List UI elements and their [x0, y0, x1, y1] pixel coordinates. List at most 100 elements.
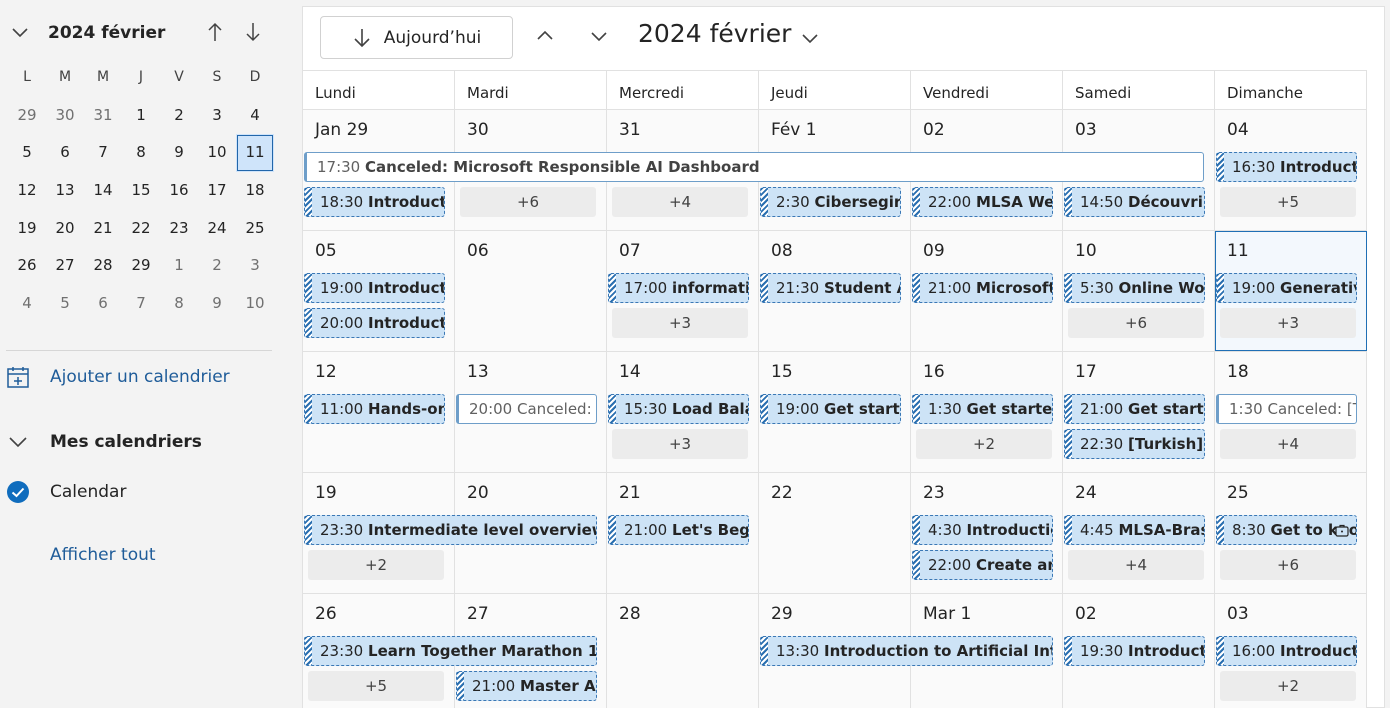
event-chip[interactable]: 11:00 Hands-on — [304, 394, 445, 424]
chevron-down-icon[interactable] — [10, 22, 30, 42]
add-calendar-link[interactable]: Ajouter un calendrier — [6, 362, 230, 392]
mini-day[interactable]: 9 — [198, 285, 236, 323]
mini-day-selected[interactable]: 11 — [236, 134, 274, 173]
mini-day[interactable]: 18 — [236, 172, 274, 210]
more-events-button[interactable]: +2 — [308, 550, 444, 580]
more-events-button[interactable]: +4 — [1068, 550, 1204, 580]
mini-day[interactable]: 1 — [122, 97, 160, 135]
event-chip[interactable]: 19:00 Introduction — [304, 273, 445, 303]
mini-day[interactable]: 15 — [122, 172, 160, 210]
mini-day[interactable]: 31 — [84, 97, 122, 135]
event-chip[interactable]: 4:30 Introduction — [912, 515, 1053, 545]
event-chip[interactable]: 21:30 Student Ambassadors — [760, 273, 901, 303]
event-chip[interactable]: 20:00 Introduction — [304, 308, 445, 338]
mini-day[interactable]: 19 — [8, 210, 46, 248]
more-events-button[interactable]: +2 — [1220, 671, 1356, 701]
mini-day[interactable]: 30 — [46, 97, 84, 135]
event-chip[interactable]: 23:30 Intermediate level overview (w/... — [304, 515, 597, 545]
event-chip[interactable]: 8:30 Get to know — [1216, 515, 1357, 545]
mini-day[interactable]: 1 — [160, 247, 198, 285]
event-chip[interactable]: 17:00 information — [608, 273, 749, 303]
mini-day[interactable]: 12 — [8, 172, 46, 210]
mini-day[interactable]: 5 — [46, 285, 84, 323]
mini-day[interactable]: 14 — [84, 172, 122, 210]
event-chip[interactable]: 1:30 Canceled: [T... — [1216, 394, 1357, 424]
mini-day[interactable]: 4 — [8, 285, 46, 323]
chevron-down-icon[interactable] — [588, 25, 610, 47]
event-chip[interactable]: 2:30 Cibersegiridad — [760, 187, 901, 217]
my-calendars-header[interactable]: Mes calendriers — [6, 427, 202, 457]
more-events-button[interactable]: +6 — [460, 187, 596, 217]
event-chip[interactable]: 19:00 Get started — [760, 394, 901, 424]
event-chip[interactable]: 19:30 Introduction — [1064, 636, 1205, 666]
event-chip[interactable]: 21:00 Microsoft Azure — [912, 273, 1053, 303]
more-events-button[interactable]: +3 — [612, 429, 748, 459]
event-chip[interactable]: 4:45 MLSA-Brasil — [1064, 515, 1205, 545]
event-chip[interactable]: 1:30 Get started — [912, 394, 1053, 424]
event-chip[interactable]: 18:30 Introduction to... — [304, 187, 445, 217]
mini-day[interactable]: 3 — [198, 97, 236, 135]
more-events-button[interactable]: +3 — [1220, 308, 1356, 338]
event-chip[interactable]: 20:00 Canceled: ... — [456, 394, 597, 424]
mini-day[interactable]: 2 — [160, 97, 198, 135]
chevron-up-icon[interactable] — [534, 25, 556, 47]
mini-day[interactable]: 5 — [8, 134, 46, 172]
mini-day[interactable]: 6 — [46, 134, 84, 172]
event-chip[interactable]: 14:50 Découvrir — [1064, 187, 1205, 217]
mini-day[interactable]: 24 — [198, 210, 236, 248]
event-chip[interactable]: 21:00 Let's Begin — [608, 515, 749, 545]
mini-day[interactable]: 10 — [236, 285, 274, 323]
mini-day[interactable]: 9 — [160, 134, 198, 172]
event-chip[interactable]: 21:00 Get started — [1064, 394, 1205, 424]
event-chip[interactable]: 5:30 Online Workshop — [1064, 273, 1205, 303]
event-chip[interactable]: 17:30 Canceled: Microsoft Responsible AI… — [304, 152, 1204, 182]
mini-day[interactable]: 8 — [160, 285, 198, 323]
chevron-down-icon[interactable] — [799, 27, 821, 49]
more-events-button[interactable]: +3 — [612, 308, 748, 338]
more-events-button[interactable]: +6 — [1068, 308, 1204, 338]
mini-day[interactable]: 8 — [122, 134, 160, 172]
checkmark-circle-icon[interactable] — [6, 480, 30, 504]
more-events-button[interactable]: +5 — [1220, 187, 1356, 217]
more-events-button[interactable]: +4 — [1220, 429, 1356, 459]
more-events-button[interactable]: +5 — [308, 671, 444, 701]
month-title[interactable]: 2024 février — [638, 19, 791, 48]
mini-calendar-title[interactable]: 2024 février — [48, 23, 165, 43]
event-chip[interactable]: 16:30 Introduction — [1216, 152, 1357, 182]
mini-day[interactable]: 3 — [236, 247, 274, 285]
mini-day[interactable]: 28 — [84, 247, 122, 285]
mini-day[interactable]: 26 — [8, 247, 46, 285]
day-cell[interactable]: 28 — [607, 594, 759, 708]
mini-day[interactable]: 25 — [236, 210, 274, 248]
mini-day[interactable]: 20 — [46, 210, 84, 248]
event-chip[interactable]: 16:00 Introduction — [1216, 636, 1357, 666]
event-chip[interactable]: 15:30 Load Balancer — [608, 394, 749, 424]
event-chip[interactable]: 19:00 Generative AI — [1216, 273, 1357, 303]
calendar-item[interactable]: Calendar — [6, 477, 126, 507]
mini-day[interactable]: 13 — [46, 172, 84, 210]
mini-day[interactable]: 16 — [160, 172, 198, 210]
mini-day[interactable]: 29 — [122, 247, 160, 285]
mini-day[interactable]: 6 — [84, 285, 122, 323]
event-chip[interactable]: 22:00 MLSA Webinar — [912, 187, 1053, 217]
more-events-button[interactable]: +6 — [1220, 550, 1356, 580]
show-all-link[interactable]: Afficher tout — [50, 545, 156, 565]
mini-day[interactable]: 7 — [84, 134, 122, 172]
event-chip[interactable]: 22:30 [Turkish] Build — [1064, 429, 1205, 459]
day-cell[interactable]: 06 — [455, 231, 607, 351]
arrow-up-icon[interactable] — [206, 21, 224, 43]
event-chip[interactable]: 21:00 Master Azure — [456, 671, 597, 701]
mini-day[interactable]: 17 — [198, 172, 236, 210]
event-chip[interactable]: 22:00 Create and — [912, 550, 1053, 580]
more-events-button[interactable]: +4 — [612, 187, 748, 217]
more-events-button[interactable]: +2 — [916, 429, 1052, 459]
event-chip[interactable]: 13:30 Introduction to Artificial Intelli… — [760, 636, 1053, 666]
event-chip[interactable]: 23:30 Learn Together Marathon 1th Editio… — [304, 636, 597, 666]
mini-day[interactable]: 2 — [198, 247, 236, 285]
arrow-down-icon[interactable] — [244, 21, 262, 43]
mini-day[interactable]: 4 — [236, 97, 274, 135]
day-cell[interactable]: 22 — [759, 473, 911, 593]
today-button[interactable]: Aujourd’hui — [320, 16, 513, 59]
mini-day[interactable]: 27 — [46, 247, 84, 285]
mini-day[interactable]: 23 — [160, 210, 198, 248]
